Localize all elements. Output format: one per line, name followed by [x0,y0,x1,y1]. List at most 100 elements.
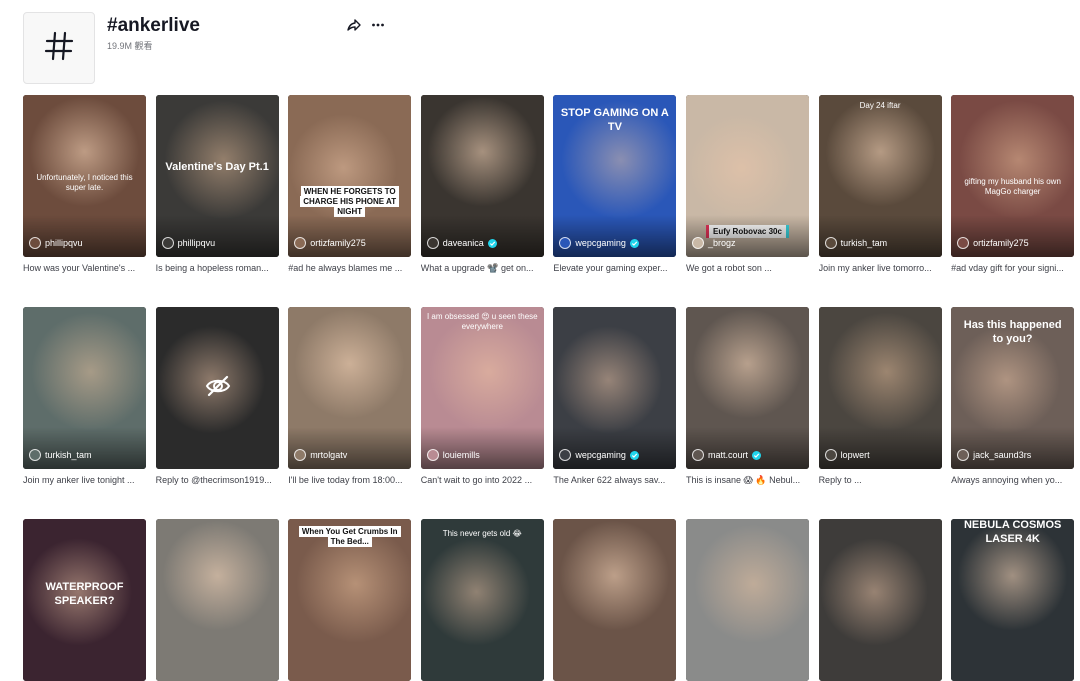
video-caption[interactable]: How was your Valentine's ... [23,263,146,273]
video-author[interactable]: jack_saund3rs [957,449,1070,461]
thumbnail-shade [155,215,279,257]
video-caption[interactable]: Always annoying when yo... [951,475,1074,485]
video-card[interactable]: turkish_tam Join my anker live tonight ..… [23,307,146,486]
thumbnail-shade [818,427,942,469]
video-thumbnail[interactable]: This never gets old 😂 [420,519,544,681]
verified-badge-icon [629,238,639,248]
thumbnail-overlay-text: gifting my husband his own MagGo charger [957,177,1068,197]
video-thumbnail[interactable]: WHEN HE FORGETS TO CHARGE HIS PHONE AT N… [288,95,412,257]
video-caption[interactable]: Elevate your gaming exper... [553,263,676,273]
video-author[interactable]: phillipqvu [161,237,275,249]
video-caption[interactable]: This is insane 😱 🔥 Nebul... [686,475,809,486]
video-caption[interactable]: The Anker 622 always sav... [553,475,676,485]
video-thumbnail[interactable]: Eufy Robovac 30c_brogz [685,95,809,257]
video-thumbnail[interactable]: WATERPROOF SPEAKER? [23,519,146,681]
video-thumbnail[interactable]: daveanica [420,95,544,257]
video-caption[interactable]: #ad he always blames me ... [288,263,411,273]
video-thumbnail[interactable]: gifting my husband his own MagGo charger… [951,95,1075,257]
overlay-text: WHEN HE FORGETS TO CHARGE HIS PHONE AT N… [300,186,400,217]
video-caption[interactable]: #ad vday gift for your signi... [951,263,1074,273]
video-card[interactable]: WHEN HE FORGETS TO CHARGE HIS PHONE AT N… [288,95,412,274]
video-thumbnail[interactable]: Day 24 iftar turkish_tam [818,95,942,257]
more-button[interactable] [369,18,387,36]
thumbnail-shade [420,215,544,257]
video-caption[interactable]: Can't wait to go into 2022 ... [421,475,544,485]
video-author[interactable]: ortizfamily275 [294,237,407,249]
video-thumbnail[interactable]: wepcgaming [553,307,677,469]
video-card[interactable] [685,519,809,681]
video-caption[interactable]: Is being a hopeless roman... [156,263,279,273]
video-card[interactable]: gifting my husband his own MagGo charger… [951,95,1075,274]
video-caption[interactable]: Join my anker live tonight ... [23,475,146,485]
video-caption[interactable]: We got a robot son ... [686,263,809,273]
video-thumbnail[interactable] [155,307,279,469]
thumbnail-image [155,519,279,681]
thumbnail-image [553,519,677,681]
video-card[interactable]: When You Get Crumbs In The Bed... [288,519,412,681]
video-author[interactable]: _brogz [691,237,805,249]
video-card[interactable]: Valentine's Day Pt.1 phillipqvu Is being a… [155,95,279,274]
video-card[interactable]: NEBULA COSMOS LASER 4K [951,519,1075,681]
video-card[interactable]: wepcgaming The Anker 622 always sav... [553,307,677,486]
thumbnail-shade [818,215,942,257]
video-card[interactable]: Reply to @thecrimson1919... [155,307,279,486]
video-card[interactable]: daveanica What a upgrade 📽️ get on... [420,95,544,274]
overlay-text: Has this happened to you? [963,319,1062,345]
video-author[interactable]: ortizfamily275 [957,237,1070,249]
video-author[interactable]: wepcgaming [559,237,672,249]
avatar [957,237,970,249]
video-card[interactable]: Day 24 iftar turkish_tam Join my anker liv… [818,95,942,274]
share-button[interactable] [345,18,363,36]
thumbnail-overlay-text: Valentine's Day Pt.1 [162,161,273,175]
video-card[interactable]: Unfortunately, I noticed this super late… [23,95,146,274]
video-thumbnail[interactable]: Valentine's Day Pt.1 phillipqvu [155,95,279,257]
video-author[interactable]: mrtolgatv [294,449,407,461]
video-card[interactable]: STOP GAMING ON A TV wepcgaming Elevate you… [553,95,677,274]
video-author[interactable]: phillipqvu [29,237,142,249]
video-thumbnail[interactable]: Unfortunately, I noticed this super late… [23,95,146,257]
video-caption[interactable]: Join my anker live tomorro... [819,263,942,273]
video-author[interactable]: daveanica [426,237,540,249]
video-thumbnail[interactable]: turkish_tam [23,307,146,469]
video-card[interactable]: mrtolgatv I'll be live today from 18:00..… [288,307,412,486]
video-author[interactable]: louiemills [426,449,540,461]
eye-off-icon [205,373,231,399]
video-card[interactable]: Has this happened to you? jack_saund3rs Al… [951,307,1075,486]
video-card[interactable]: This never gets old 😂 [420,519,544,681]
video-author[interactable]: turkish_tam [824,237,938,249]
video-caption[interactable]: Reply to ... [819,475,942,485]
thumbnail-shade [951,215,1075,257]
video-thumbnail[interactable]: When You Get Crumbs In The Bed... [288,519,412,681]
video-thumbnail[interactable] [553,519,677,681]
avatar [294,237,307,249]
thumbnail-overlay-text: Day 24 iftar [825,101,936,111]
video-thumbnail[interactable]: lopwert [818,307,942,469]
video-author[interactable]: wepcgaming [559,449,672,461]
video-card[interactable] [818,519,942,681]
author-name: matt.court [707,450,748,460]
video-caption[interactable]: What a upgrade 📽️ get on... [421,263,544,274]
video-author[interactable]: turkish_tam [29,449,142,461]
video-thumbnail[interactable]: Has this happened to you? jack_saund3rs [951,307,1075,469]
video-thumbnail[interactable]: STOP GAMING ON A TV wepcgaming [553,95,677,257]
video-card[interactable]: lopwert Reply to ... [818,307,942,486]
video-thumbnail[interactable]: I am obsessed 😍 u seen these everywhere l… [420,307,544,469]
video-thumbnail[interactable] [155,519,279,681]
video-card[interactable]: matt.court This is insane 😱 🔥 Nebul... [685,307,809,486]
video-thumbnail[interactable] [685,519,809,681]
video-author[interactable]: matt.court [691,449,805,461]
video-card[interactable]: I am obsessed 😍 u seen these everywhere l… [420,307,544,486]
video-caption[interactable]: I'll be live today from 18:00... [288,475,411,485]
video-card[interactable]: Eufy Robovac 30c_brogz We got a robot son… [685,95,809,274]
avatar [426,237,439,249]
video-thumbnail[interactable]: mrtolgatv [288,307,412,469]
video-thumbnail[interactable]: NEBULA COSMOS LASER 4K [951,519,1075,681]
video-thumbnail[interactable] [818,519,942,681]
video-card[interactable]: WATERPROOF SPEAKER? [23,519,146,681]
author-name: ortizfamily275 [973,238,1029,248]
video-card[interactable] [155,519,279,681]
video-caption[interactable]: Reply to @thecrimson1919... [156,475,279,485]
video-author[interactable]: lopwert [824,449,938,461]
video-card[interactable] [553,519,677,681]
video-thumbnail[interactable]: matt.court [685,307,809,469]
